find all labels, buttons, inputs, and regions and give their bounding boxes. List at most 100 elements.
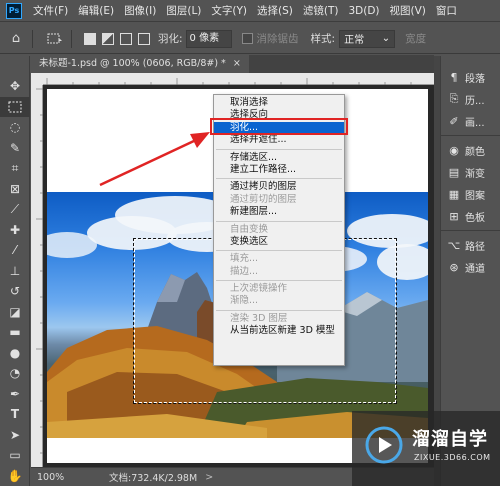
feather-label: 羽化: xyxy=(158,33,183,45)
move-tool-icon[interactable]: ✥ xyxy=(0,76,30,97)
context-menu-item: 描边... xyxy=(230,265,259,277)
menu-3d[interactable]: 3D(D) xyxy=(343,0,384,22)
horizontal-ruler xyxy=(43,73,434,85)
lasso-tool-icon[interactable]: ◌ xyxy=(0,117,30,138)
home-icon[interactable]: ⌂ xyxy=(6,29,26,49)
context-menu-item[interactable]: 通过拷贝的图层 xyxy=(214,181,344,193)
antialias-checkbox[interactable] xyxy=(241,33,253,44)
panel-history[interactable]: ⎘ 历... xyxy=(441,88,500,110)
context-menu-item[interactable]: 变换选区 xyxy=(214,236,344,248)
watermark-url: ZIXUE.3D66.COM xyxy=(414,453,491,462)
ruler-corner xyxy=(31,73,43,85)
context-menu-item[interactable]: 选择并遮住... xyxy=(214,134,344,146)
panel-label: 段落 xyxy=(465,73,485,85)
annotation-highlight-box xyxy=(210,118,348,135)
context-menu-item[interactable]: 从当前选区新建 3D 模型 xyxy=(214,325,344,337)
add-selection-icon[interactable] xyxy=(102,32,114,45)
marquee-shape xyxy=(8,101,22,113)
menu-image[interactable]: 图像(I) xyxy=(119,0,161,22)
style-select[interactable]: 正常 ⌄ xyxy=(339,29,396,48)
panel-gradient[interactable]: ▤ 渐变 xyxy=(441,161,500,183)
new-selection-icon[interactable] xyxy=(84,32,96,45)
paragraph-icon: ¶ xyxy=(450,70,458,84)
menu-separator xyxy=(216,309,342,311)
tools-panel: ✥ ◌ ✎ ⌗ ⊠ ⟋ ✚ ⁄ ⊥ ↺ ◪ ▬ ● ◔ ✒ T ➤ ▭ ✋ ⌕ xyxy=(0,56,30,486)
panel-paths[interactable]: ⌥ 路径 xyxy=(441,234,500,256)
context-menu-item: 上次滤镜操作 xyxy=(230,283,288,295)
panel-label: 路径 xyxy=(465,241,485,253)
panel-label: 图案 xyxy=(465,190,485,202)
paths-icon: ⌥ xyxy=(447,238,461,252)
menu-view[interactable]: 视图(V) xyxy=(385,0,431,22)
type-tool-icon[interactable]: T xyxy=(0,404,30,425)
feather-input[interactable]: 0 像素 xyxy=(185,29,232,48)
panel-brush[interactable]: ✐ 画... xyxy=(441,110,500,132)
divider xyxy=(441,135,500,136)
ruler-ticks-horizontal xyxy=(46,78,412,85)
status-arrow-button[interactable]: > xyxy=(205,472,213,483)
panel-label: 颜色 xyxy=(465,146,485,158)
clone-stamp-tool-icon[interactable]: ⊥ xyxy=(0,261,30,282)
healing-brush-tool-icon[interactable]: ✚ xyxy=(0,220,30,241)
menu-edit[interactable]: 编辑(E) xyxy=(73,0,119,22)
intersect-selection-icon[interactable] xyxy=(138,32,150,45)
crop-tool-icon[interactable]: ⌗ xyxy=(0,158,30,179)
context-menu-item: 通过剪切的图层 xyxy=(230,193,297,205)
divider xyxy=(441,230,500,231)
menu-filter[interactable]: 滤镜(T) xyxy=(298,0,344,22)
panel-gap xyxy=(441,56,500,66)
rectangle-tool-icon[interactable]: ▭ xyxy=(0,445,30,466)
close-icon[interactable]: × xyxy=(233,58,241,69)
panel-label: 历... xyxy=(465,95,485,107)
menu-select[interactable]: 选择(S) xyxy=(252,0,298,22)
ruler-ticks-vertical xyxy=(36,88,43,454)
vertical-ruler xyxy=(31,85,43,467)
marquee-tool-icon[interactable] xyxy=(0,96,30,117)
panel-color[interactable]: ◉ 颜色 xyxy=(441,139,500,161)
path-select-tool-icon[interactable]: ➤ xyxy=(0,425,30,446)
context-menu-item: 渲染 3D 图层 xyxy=(230,312,288,324)
menu-type[interactable]: 文字(Y) xyxy=(206,0,252,22)
panel-swatches[interactable]: ⊞ 色板 xyxy=(441,205,500,227)
brush-tool-icon[interactable]: ⁄ xyxy=(0,240,30,261)
context-menu-item[interactable]: 取消选择 xyxy=(214,97,344,109)
divider xyxy=(32,29,33,48)
gradient-tool-icon[interactable]: ▬ xyxy=(0,322,30,343)
dodge-tool-icon[interactable]: ◔ xyxy=(0,363,30,384)
history-brush-tool-icon[interactable]: ↺ xyxy=(0,281,30,302)
marquee-rect-icon xyxy=(47,33,62,43)
watermark-title: 溜溜自学 xyxy=(412,429,488,450)
panel-paragraph[interactable]: ¶ 段落 xyxy=(441,66,500,88)
context-menu-item[interactable]: 新建图层... xyxy=(214,206,344,218)
channels-icon: ⊛ xyxy=(449,260,459,274)
eraser-tool-icon[interactable]: ◪ xyxy=(0,302,30,323)
marquee-preset-icon[interactable] xyxy=(45,29,65,49)
zoom-level[interactable]: 100% xyxy=(31,472,71,483)
history-icon: ⎘ xyxy=(449,92,459,105)
antialias-label: 消除锯齿 xyxy=(256,33,299,45)
menu-layer[interactable]: 图层(L) xyxy=(161,0,206,22)
subtract-selection-icon[interactable] xyxy=(120,32,132,45)
document-size: 文档:732.4K/2.98M xyxy=(109,473,198,484)
blur-tool-icon[interactable]: ● xyxy=(0,343,30,364)
watermark-logo-icon xyxy=(365,426,403,464)
frame-tool-icon[interactable]: ⊠ xyxy=(0,179,30,200)
menu-file[interactable]: 文件(F) xyxy=(28,0,73,22)
eyedropper-tool-icon[interactable]: ⟋ xyxy=(0,199,30,220)
panel-pattern[interactable]: ▦ 图案 xyxy=(441,183,500,205)
context-menu-item[interactable]: 存储选区... xyxy=(214,152,344,164)
style-value: 正常 xyxy=(344,35,365,46)
document-tab[interactable]: 未标题-1.psd @ 100% (0606, RGB/8#) * × xyxy=(31,55,249,73)
pen-tool-icon[interactable]: ✒ xyxy=(0,384,30,405)
hand-tool-icon[interactable]: ✋ xyxy=(0,466,30,486)
photoshop-logo-icon[interactable]: Ps xyxy=(6,2,22,19)
menu-window[interactable]: 窗口 xyxy=(431,0,462,22)
chevron-down-icon: ⌄ xyxy=(381,33,391,44)
document-tab-title: 未标题-1.psd @ 100% (0606, RGB/8#) * xyxy=(39,58,226,69)
panel-channels[interactable]: ⊛ 通道 xyxy=(441,256,500,278)
swatches-icon: ⊞ xyxy=(449,209,459,223)
menu-separator xyxy=(216,250,342,252)
context-menu-item[interactable]: 建立工作路径... xyxy=(214,164,344,176)
menu-separator xyxy=(216,280,342,282)
quick-select-tool-icon[interactable]: ✎ xyxy=(0,138,30,159)
